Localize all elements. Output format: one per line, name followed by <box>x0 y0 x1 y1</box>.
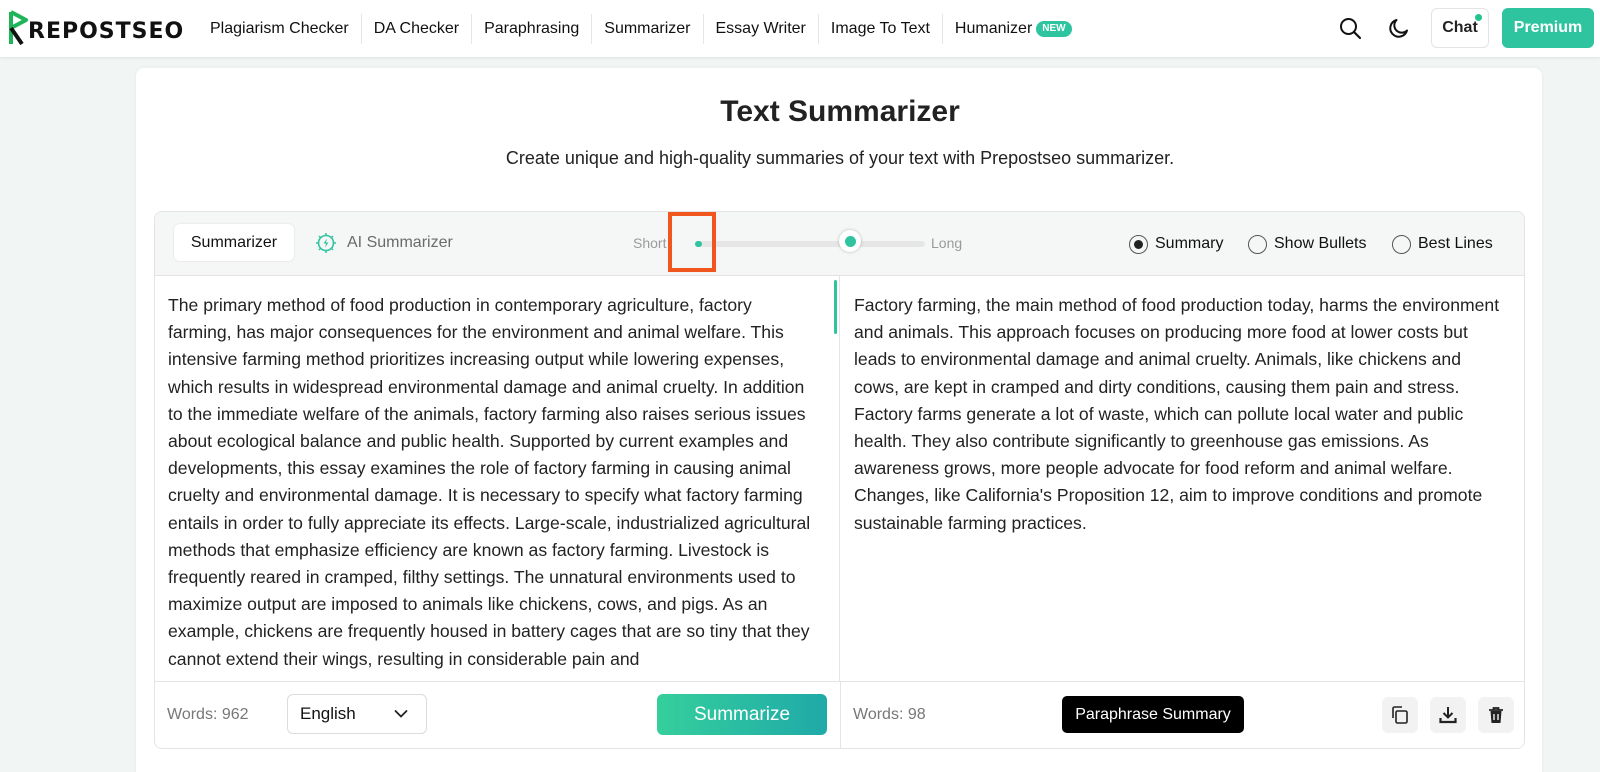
slider-fill <box>695 241 702 247</box>
top-navbar: REPOSTSEO Plagiarism Checker DA Checker … <box>0 0 1600 57</box>
slider-max-label: Long <box>931 235 963 251</box>
menu-item-paraphrasing[interactable]: Paraphrasing <box>472 13 593 44</box>
online-dot <box>1475 14 1482 21</box>
menu-item-essay-writer[interactable]: Essay Writer <box>704 13 819 44</box>
chevron-down-icon <box>394 710 408 718</box>
slider-min-label: Short <box>633 235 667 251</box>
tab-ai-summarizer[interactable]: AI Summarizer <box>315 224 453 261</box>
search-icon[interactable] <box>1336 14 1364 42</box>
mode-summary-radio[interactable]: Summary <box>1129 233 1223 255</box>
menu-item-image-to-text[interactable]: Image To Text <box>819 13 943 44</box>
radio-unselected-icon <box>1248 234 1267 254</box>
paraphrase-summary-button[interactable]: Paraphrase Summary <box>1062 696 1244 733</box>
summary-text: Factory farming, the main method of food… <box>854 295 1500 533</box>
summary-word-count: Words: 98 <box>853 706 926 723</box>
input-text-area[interactable]: The primary method of food production in… <box>155 276 840 681</box>
download-icon[interactable] <box>1430 697 1466 733</box>
logo-text: REPOSTSEO <box>28 18 185 44</box>
mode-best-lines-radio[interactable]: Best Lines <box>1392 233 1493 255</box>
summarize-button[interactable]: Summarize <box>657 694 827 735</box>
summary-length-slider[interactable] <box>695 241 925 247</box>
main-menu: Plagiarism Checker DA Checker Paraphrasi… <box>198 0 1084 57</box>
summarizer-tool: Summarizer AI Summarizer Short Long Summ… <box>154 211 1525 749</box>
premium-button[interactable]: Premium <box>1502 8 1594 48</box>
language-select[interactable]: English <box>287 694 427 734</box>
summary-output-area[interactable]: Factory farming, the main method of food… <box>841 276 1524 681</box>
copy-icon[interactable] <box>1382 697 1418 733</box>
tab-summarizer[interactable]: Summarizer <box>174 224 294 261</box>
menu-item-plagiarism-checker[interactable]: Plagiarism Checker <box>198 13 362 44</box>
input-text: The primary method of food production in… <box>168 295 811 669</box>
input-word-count: Words: 962 <box>167 706 249 723</box>
mode-show-bullets-radio[interactable]: Show Bullets <box>1248 233 1367 255</box>
new-badge: NEW <box>1036 20 1072 37</box>
menu-item-humanizer[interactable]: Humanizer NEW <box>943 14 1084 44</box>
tool-bottom-bar: Words: 962 English Summarize Words: 98 P… <box>155 681 1524 748</box>
menu-item-summarizer[interactable]: Summarizer <box>592 13 704 44</box>
tool-toolbar: Summarizer AI Summarizer Short Long Summ… <box>155 212 1524 276</box>
trash-icon[interactable] <box>1478 697 1514 733</box>
chat-button[interactable]: Chat <box>1431 8 1489 48</box>
input-scrollbar[interactable] <box>834 280 837 334</box>
radio-unselected-icon <box>1392 234 1411 254</box>
moon-icon[interactable] <box>1385 14 1413 42</box>
logo-mark-icon <box>9 10 28 46</box>
menu-item-da-checker[interactable]: DA Checker <box>362 13 473 44</box>
ai-chip-icon <box>316 232 336 253</box>
radio-selected-icon <box>1129 234 1148 254</box>
bottom-divider <box>840 682 841 748</box>
page-title: Text Summarizer <box>720 95 960 128</box>
slider-thumb[interactable] <box>839 230 861 252</box>
brand-logo[interactable]: REPOSTSEO <box>8 8 184 48</box>
page-subtitle: Create unique and high-quality summaries… <box>505 148 1175 168</box>
